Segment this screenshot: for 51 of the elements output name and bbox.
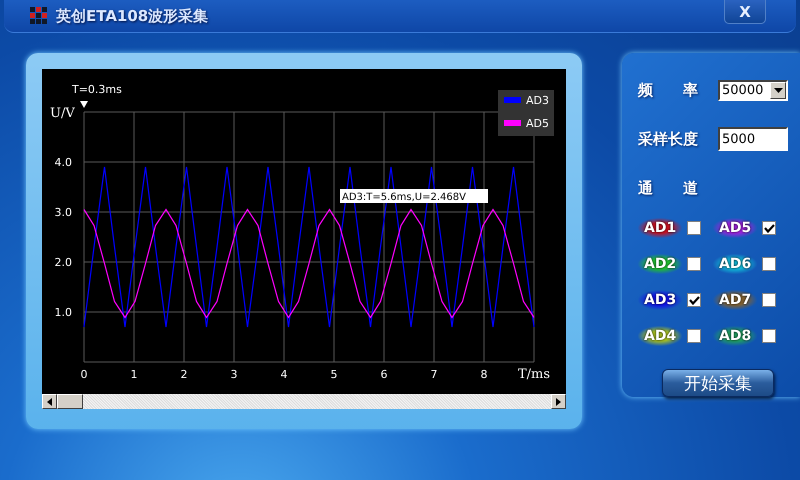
channel-checkbox[interactable] (687, 293, 702, 308)
start-button[interactable]: 开始采集 (662, 369, 774, 397)
y-axis-label: U/V (50, 106, 75, 121)
value-tooltip: AD3:T=5.6ms,U=2.468V (340, 189, 488, 203)
channel-label: AD1 (638, 218, 682, 238)
y-tick-label: 3.0 (54, 206, 72, 219)
x-tick-label: 1 (130, 368, 138, 381)
cursor-label: T=0.3ms (72, 83, 122, 96)
x-tick-label: 3 (230, 368, 238, 381)
window-title: 英创ETA108波形采集 (56, 6, 210, 26)
channel-checkbox[interactable] (687, 329, 702, 344)
channel-label: AD8 (713, 326, 758, 346)
frequency-select[interactable]: 50000 (718, 80, 788, 101)
x-tick-label: 8 (480, 368, 488, 381)
x-tick-label: 5 (330, 368, 338, 381)
cursor-marker-icon[interactable] (80, 101, 88, 108)
channel-label: 通 道 (638, 178, 699, 198)
channel-checkbox[interactable] (687, 257, 702, 272)
scroll-left-icon[interactable] (42, 394, 57, 409)
legend-label: AD5 (526, 117, 549, 130)
legend-label: AD3 (526, 94, 549, 107)
channel-label: AD4 (638, 326, 682, 346)
sample-length-label: 采样长度 (638, 130, 699, 149)
scroll-thumb[interactable] (57, 394, 83, 409)
x-tick-label: 6 (380, 368, 388, 381)
channel-checkbox[interactable] (762, 257, 776, 272)
sample-length-field[interactable]: 5000 (718, 127, 788, 152)
channel-label: AD3 (638, 290, 682, 310)
horizontal-scrollbar[interactable] (42, 394, 566, 409)
x-tick-label: 4 (280, 368, 288, 381)
y-tick-label: 1.0 (54, 306, 72, 319)
dropdown-arrow-icon[interactable] (774, 88, 782, 93)
channel-label: AD2 (638, 254, 682, 274)
close-button[interactable]: X (724, 0, 766, 24)
y-tick-label: 4.0 (54, 156, 72, 169)
x-tick-label: 0 (80, 368, 88, 381)
channel-checkbox[interactable] (687, 221, 702, 236)
channel-checkbox[interactable] (762, 221, 776, 236)
grid-icon (30, 7, 48, 25)
scroll-right-icon[interactable] (551, 394, 566, 409)
channel-label: AD7 (713, 290, 758, 310)
x-tick-label: 2 (180, 368, 188, 381)
channel-label: AD5 (713, 218, 758, 238)
x-axis-label: T/ms (518, 367, 550, 382)
channel-checkbox[interactable] (762, 293, 776, 308)
channel-checkbox[interactable] (762, 329, 776, 344)
annotation: AD3:T=5.6ms,U=2.468V (342, 192, 466, 203)
y-tick-label: 2.0 (54, 256, 72, 269)
channel-label: AD6 (713, 254, 758, 274)
frequency-label: 频 率 (638, 80, 699, 100)
x-tick-label: 7 (430, 368, 438, 381)
